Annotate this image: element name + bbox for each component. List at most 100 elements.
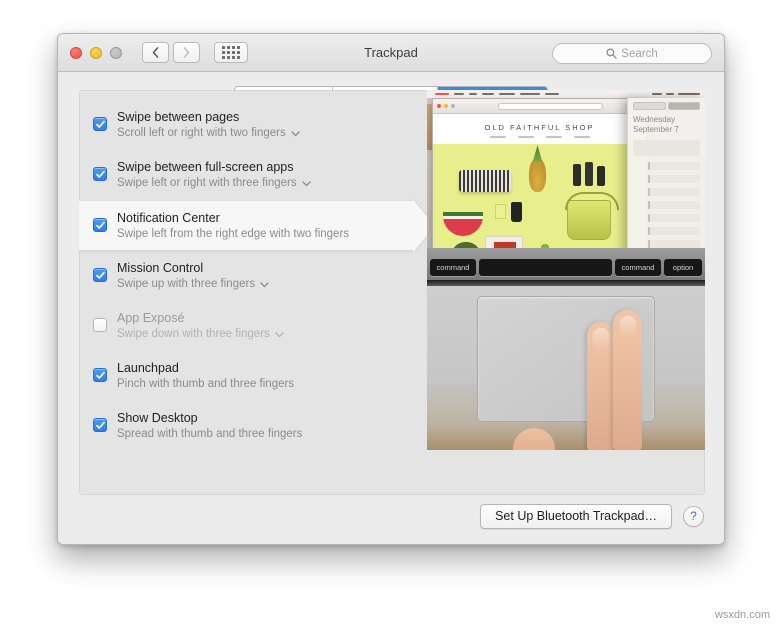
window-titlebar: Trackpad Search <box>58 34 724 72</box>
back-button[interactable] <box>142 42 169 63</box>
demo-keyboard-shadow <box>427 280 705 286</box>
checkbox-show-desktop[interactable] <box>93 418 107 432</box>
demo-nc-date: Wednesday September 7 <box>633 115 679 134</box>
gesture-subtitle-row: Spread with thumb and three fingers <box>117 427 413 442</box>
gesture-title: App Exposé <box>117 311 185 325</box>
gesture-title: Show Desktop <box>117 411 198 425</box>
chevron-right-icon <box>183 47 190 58</box>
zoom-window-button[interactable] <box>110 46 122 59</box>
checkmark-icon <box>96 271 105 279</box>
demo-nc-event <box>633 188 700 196</box>
gesture-row-show-desktop[interactable]: Show Desktop Spread with thumb and three… <box>79 401 413 451</box>
demo-video-frame: OLD FAITHFUL SHOP Wednesday September 7 … <box>427 90 705 450</box>
show-all-preferences-button[interactable] <box>214 42 248 63</box>
chevron-down-icon[interactable] <box>301 180 311 187</box>
demo-safari-window: OLD FAITHFUL SHOP <box>432 98 647 268</box>
gesture-subtitle-row: Pinch with thumb and three fingers <box>117 377 413 392</box>
gesture-subtitle: Swipe left from the right edge with two … <box>117 228 350 240</box>
checkbox-launchpad[interactable] <box>93 368 107 382</box>
gesture-subtitle-row[interactable]: Scroll left or right with two fingers <box>117 126 413 141</box>
search-icon <box>606 48 617 59</box>
demo-nc-event <box>633 175 700 183</box>
checkmark-icon <box>96 120 105 128</box>
gesture-list: Swipe between pages Scroll left or right… <box>79 90 413 451</box>
gesture-subtitle: Spread with thumb and three fingers <box>117 428 303 440</box>
gesture-row-swipe-between-full-screen-apps[interactable]: Swipe between full-screen apps Swipe lef… <box>79 150 413 200</box>
demo-shop-title: OLD FAITHFUL SHOP <box>484 123 595 132</box>
checkbox-app-expose[interactable] <box>93 318 107 332</box>
demo-nc-event <box>633 227 700 235</box>
gesture-demo-video: OLD FAITHFUL SHOP Wednesday September 7 … <box>427 90 705 450</box>
checkmark-icon <box>96 221 105 229</box>
checkbox-mission-control[interactable] <box>93 268 107 282</box>
checkmark-icon <box>96 371 105 379</box>
demo-shop-nav <box>433 136 646 144</box>
demo-key-command-right: command <box>615 259 661 276</box>
chevron-left-icon <box>152 47 159 58</box>
chevron-down-icon[interactable] <box>275 331 284 338</box>
checkbox-notification-center[interactable] <box>93 218 107 232</box>
demo-safari-toolbar <box>433 99 646 114</box>
preferences-panel: Swipe between pages Scroll left or right… <box>79 90 705 495</box>
demo-fingernail <box>592 328 609 348</box>
gesture-subtitle: Swipe left or right with three fingers <box>117 177 297 189</box>
gesture-text: Swipe between pages Scroll left or right… <box>117 108 413 141</box>
traffic-light-group <box>70 46 122 59</box>
gesture-title: Notification Center <box>117 211 220 225</box>
chevron-down-icon[interactable] <box>260 281 269 288</box>
trackpad-preferences-window: Trackpad Search Point & Click Scroll & Z… <box>57 33 725 545</box>
gesture-subtitle-row[interactable]: Swipe up with three fingers <box>117 277 413 292</box>
demo-key-option: option <box>664 259 702 276</box>
demo-nc-event <box>633 214 700 222</box>
set-up-bluetooth-trackpad-button[interactable]: Set Up Bluetooth Trackpad… <box>480 503 672 529</box>
gesture-text: Swipe between full-screen apps Swipe lef… <box>117 158 413 191</box>
demo-keyboard-strip: command command option <box>427 248 705 280</box>
gesture-row-app-expose[interactable]: App Exposé Swipe down with three fingers <box>79 301 413 351</box>
search-placeholder: Search <box>621 47 658 60</box>
demo-nc-event <box>633 162 700 170</box>
demo-finger-2 <box>613 310 642 450</box>
help-button[interactable]: ? <box>683 505 704 527</box>
gesture-row-swipe-between-pages[interactable]: Swipe between pages Scroll left or right… <box>79 100 413 150</box>
demo-nc-tabs <box>633 102 700 110</box>
gesture-row-notification-center[interactable]: Notification Center Swipe left from the … <box>79 200 413 251</box>
gesture-subtitle-row[interactable]: Swipe down with three fingers <box>117 327 413 342</box>
gesture-text: Notification Center Swipe left from the … <box>117 209 413 242</box>
gesture-subtitle: Scroll left or right with two fingers <box>117 127 286 139</box>
demo-menubar <box>427 90 705 98</box>
watermark: wsxdn.com <box>714 609 770 621</box>
checkmark-icon <box>96 421 105 429</box>
demo-nc-card <box>633 140 700 156</box>
checkbox-swipe-between-full-screen-apps[interactable] <box>93 167 107 181</box>
search-input[interactable]: Search <box>552 43 712 64</box>
demo-nc-event <box>633 240 700 248</box>
demo-finger-1 <box>587 322 614 450</box>
gesture-title: Swipe between full-screen apps <box>117 160 294 174</box>
forward-button[interactable] <box>173 42 200 63</box>
gesture-subtitle: Swipe up with three fingers <box>117 278 256 290</box>
gesture-text: Mission Control Swipe up with three fing… <box>117 259 413 292</box>
chevron-down-icon[interactable] <box>291 130 300 137</box>
grid-dots-icon <box>222 46 240 59</box>
minimize-window-button[interactable] <box>90 46 102 59</box>
window-footer: Set Up Bluetooth Trackpad… ? <box>58 494 724 544</box>
demo-notification-center: Wednesday September 7 <box>627 98 705 268</box>
demo-url-bar <box>497 102 603 110</box>
gesture-text: App Exposé Swipe down with three fingers <box>117 309 413 342</box>
gesture-title: Swipe between pages <box>117 110 240 124</box>
gesture-row-mission-control[interactable]: Mission Control Swipe up with three fing… <box>79 251 413 301</box>
demo-thumb <box>513 428 555 450</box>
gesture-title: Launchpad <box>117 361 179 375</box>
demo-trackpad-photo <box>427 280 705 450</box>
gesture-subtitle: Swipe down with three fingers <box>117 328 270 340</box>
demo-nc-event <box>633 201 700 209</box>
close-window-button[interactable] <box>70 46 82 59</box>
gesture-subtitle-row[interactable]: Swipe left or right with three fingers <box>117 176 413 191</box>
gesture-row-launchpad[interactable]: Launchpad Pinch with thumb and three fin… <box>79 351 413 401</box>
gesture-text: Show Desktop Spread with thumb and three… <box>117 409 413 442</box>
checkbox-swipe-between-pages[interactable] <box>93 117 107 131</box>
gesture-subtitle: Pinch with thumb and three fingers <box>117 378 295 390</box>
demo-key-space <box>479 259 612 276</box>
gesture-text: Launchpad Pinch with thumb and three fin… <box>117 359 413 392</box>
gesture-subtitle-row: Swipe left from the right edge with two … <box>117 227 413 242</box>
